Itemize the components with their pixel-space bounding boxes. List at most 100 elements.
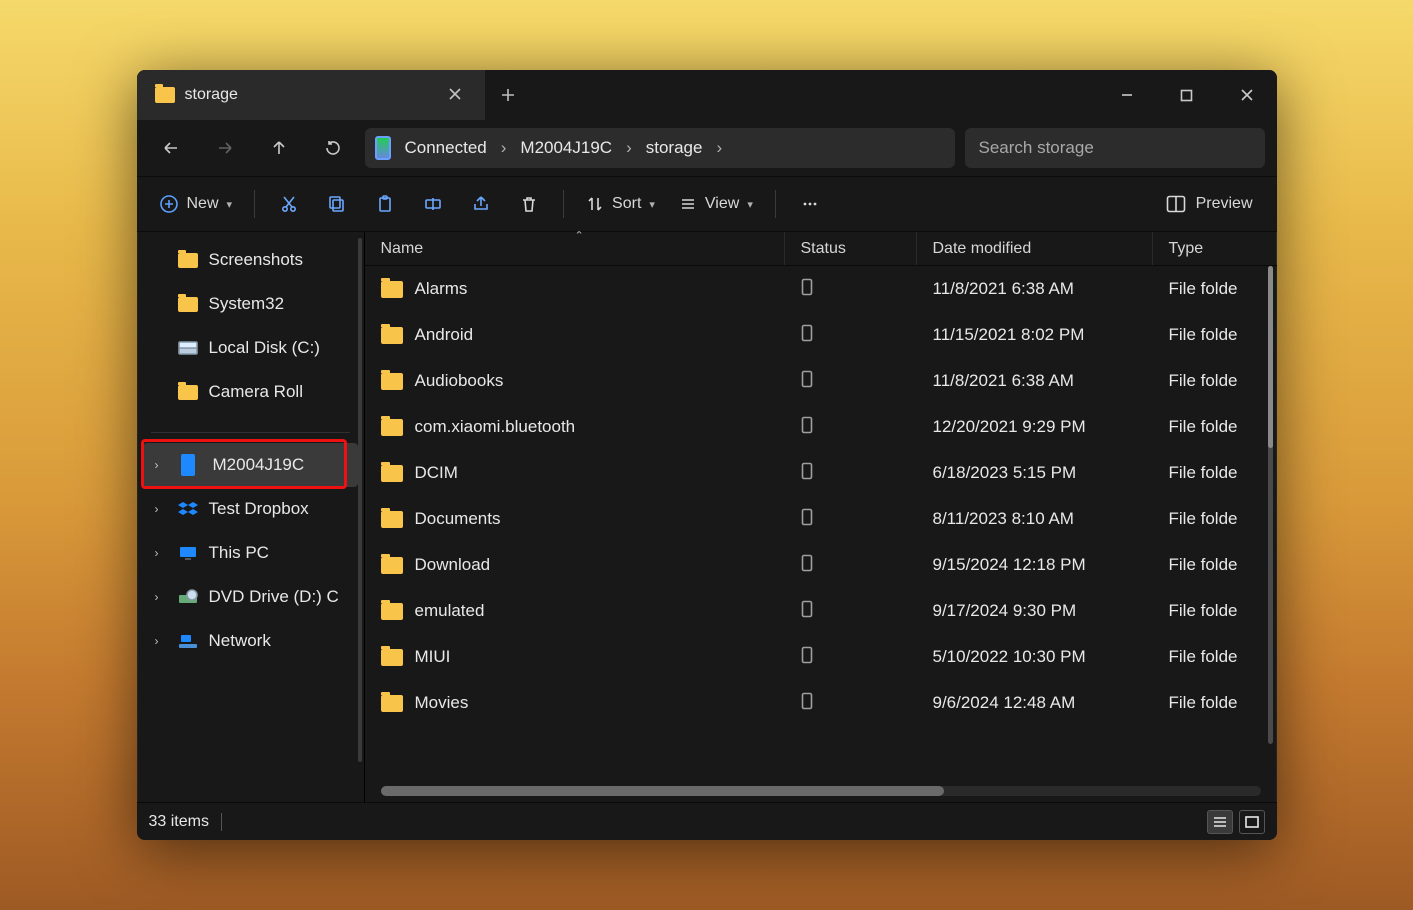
minimize-button[interactable] (1097, 70, 1157, 120)
table-row[interactable]: MIUI5/10/2022 10:30 PMFile folde (365, 634, 1277, 680)
tab-close-button[interactable] (443, 81, 467, 109)
search-input[interactable]: Search storage (965, 128, 1265, 168)
search-placeholder: Search storage (979, 138, 1094, 158)
breadcrumb[interactable]: Connected › M2004J19C › storage › (365, 128, 955, 168)
sort-button[interactable]: Sort ▾ (576, 184, 665, 224)
expand-icon[interactable]: › (147, 590, 167, 604)
file-name: Audiobooks (415, 371, 504, 391)
folder-icon (177, 297, 199, 312)
paste-button[interactable] (363, 184, 407, 224)
new-tab-button[interactable] (485, 70, 531, 120)
table-row[interactable]: emulated9/17/2024 9:30 PMFile folde (365, 588, 1277, 634)
refresh-button[interactable] (311, 128, 355, 168)
folder-icon (381, 281, 403, 298)
file-list: ⌃ Name Status Date modified Type Alarms 1… (365, 232, 1277, 802)
more-button[interactable] (788, 184, 832, 224)
chevron-right-icon: › (626, 138, 632, 158)
sidebar-item-label: Network (209, 631, 271, 651)
chevron-right-icon: › (716, 138, 722, 158)
file-name: Documents (415, 509, 501, 529)
table-row[interactable]: com.xiaomi.bluetooth12/20/2021 9:29 PMFi… (365, 404, 1277, 450)
phone-status-icon (801, 462, 813, 480)
file-type: File folde (1153, 693, 1277, 713)
date-modified: 9/15/2024 12:18 PM (917, 555, 1153, 575)
sidebar-item-network[interactable]: › Network (137, 619, 364, 663)
view-button-label: View (705, 195, 739, 213)
preview-label: Preview (1196, 195, 1253, 213)
expand-icon[interactable]: › (147, 502, 167, 516)
table-row[interactable]: Movies9/6/2024 12:48 AMFile folde (365, 680, 1277, 726)
sidebar-item[interactable]: Local Disk (C:) (137, 326, 364, 370)
dropbox-icon (177, 500, 199, 518)
chevron-down-icon: ▾ (747, 198, 753, 211)
sidebar-item[interactable]: System32 (137, 282, 364, 326)
column-headers: ⌃ Name Status Date modified Type (365, 232, 1277, 266)
file-type: File folde (1153, 371, 1277, 391)
rename-button[interactable] (411, 184, 455, 224)
window-controls (1097, 70, 1277, 120)
date-modified: 5/10/2022 10:30 PM (917, 647, 1153, 667)
date-modified: 11/8/2021 6:38 AM (917, 279, 1153, 299)
sidebar-item[interactable]: Screenshots (137, 238, 364, 282)
file-name: Download (415, 555, 491, 575)
breadcrumb-segment[interactable]: storage (638, 138, 711, 158)
tab-title: storage (185, 86, 238, 104)
folder-icon (155, 87, 175, 103)
sidebar-item-label: This PC (209, 543, 269, 563)
horizontal-scrollbar[interactable] (381, 786, 1261, 796)
back-button[interactable] (149, 128, 193, 168)
maximize-button[interactable] (1157, 70, 1217, 120)
file-type: File folde (1153, 279, 1277, 299)
details-view-button[interactable] (1207, 810, 1233, 834)
column-status[interactable]: Status (785, 232, 917, 265)
preview-toggle[interactable]: Preview (1154, 184, 1265, 224)
sidebar-item[interactable]: Camera Roll (137, 370, 364, 414)
file-name: Android (415, 325, 474, 345)
sidebar-item-this-pc[interactable]: › This PC (137, 531, 364, 575)
forward-button[interactable] (203, 128, 247, 168)
folder-icon (381, 557, 403, 574)
file-name: DCIM (415, 463, 458, 483)
table-row[interactable]: Android11/15/2021 8:02 PMFile folde (365, 312, 1277, 358)
folder-icon (381, 373, 403, 390)
new-button[interactable]: New ▾ (149, 184, 243, 224)
table-row[interactable]: Alarms 11/8/2021 6:38 AMFile folde (365, 266, 1277, 312)
breadcrumb-segment[interactable]: Connected (397, 138, 495, 158)
file-name: Alarms (415, 279, 468, 299)
scrollbar[interactable] (358, 238, 362, 762)
expand-icon[interactable]: › (147, 546, 167, 560)
vertical-scrollbar[interactable] (1268, 266, 1273, 744)
share-button[interactable] (459, 184, 503, 224)
phone-status-icon (801, 324, 813, 342)
phone-status-icon (801, 646, 813, 664)
folder-icon (381, 419, 403, 436)
file-type: File folde (1153, 325, 1277, 345)
breadcrumb-segment[interactable]: M2004J19C (512, 138, 620, 158)
copy-button[interactable] (315, 184, 359, 224)
sidebar-item-label: Local Disk (C:) (209, 338, 320, 358)
column-date[interactable]: Date modified (917, 232, 1153, 265)
tutorial-highlight (141, 439, 347, 489)
table-row[interactable]: Audiobooks11/8/2021 6:38 AMFile folde (365, 358, 1277, 404)
sidebar-item-label: Camera Roll (209, 382, 303, 402)
expand-icon[interactable]: › (147, 634, 167, 648)
phone-status-icon (801, 416, 813, 434)
view-button[interactable]: View ▾ (669, 184, 763, 224)
sidebar-item-dvd-drive-d-c[interactable]: ›DVD Drive (D:) C (137, 575, 364, 619)
table-row[interactable]: DCIM6/18/2023 5:15 PMFile folde (365, 450, 1277, 496)
cut-button[interactable] (267, 184, 311, 224)
delete-button[interactable] (507, 184, 551, 224)
file-explorer-window: storage Connected › M2004J19C › storage … (137, 70, 1277, 840)
folder-icon (381, 465, 403, 482)
table-row[interactable]: Download9/15/2024 12:18 PMFile folde (365, 542, 1277, 588)
drive-icon (177, 340, 199, 356)
thumbnails-view-button[interactable] (1239, 810, 1265, 834)
file-type: File folde (1153, 417, 1277, 437)
tab-storage[interactable]: storage (137, 70, 485, 120)
column-type[interactable]: Type (1153, 232, 1277, 265)
table-row[interactable]: Documents8/11/2023 8:10 AMFile folde (365, 496, 1277, 542)
close-button[interactable] (1217, 70, 1277, 120)
up-button[interactable] (257, 128, 301, 168)
sidebar-item-test-dropbox[interactable]: ›Test Dropbox (137, 487, 364, 531)
folder-icon (381, 649, 403, 666)
